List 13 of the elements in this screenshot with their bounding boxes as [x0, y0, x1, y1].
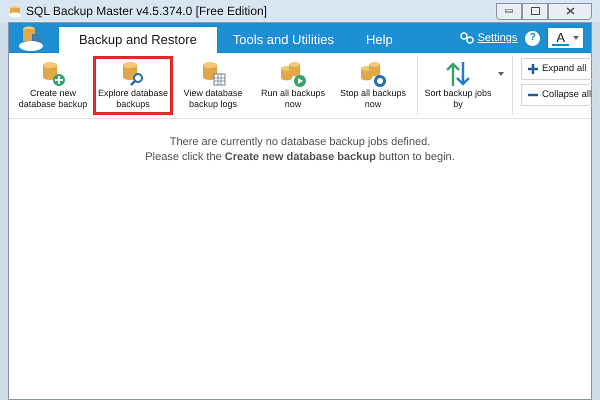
ribbon-tab[interactable]: Help [350, 27, 409, 53]
toolbar-button[interactable]: Explore database backups [93, 56, 173, 115]
font-color-dropdown[interactable]: A [548, 28, 583, 48]
ribbon-button[interactable]: Expand all [521, 58, 595, 80]
empty-message: Please click the Create new database backup button to begin. [145, 150, 455, 165]
ribbon-button[interactable]: Collapse all [521, 84, 595, 106]
empty-message: There are currently no database backup jobs defined. [170, 135, 430, 150]
window-title: SQL Backup Master v4.5.374.0 [Free Edition] [26, 3, 268, 20]
help-button[interactable]: ? [525, 30, 540, 46]
settings-link[interactable]: Settings [478, 30, 518, 46]
font-color-button[interactable]: A [552, 30, 569, 46]
ribbon-tab[interactable]: Backup and Restore [59, 27, 217, 53]
ribbon-tab[interactable]: Tools and Utilities [216, 27, 350, 53]
